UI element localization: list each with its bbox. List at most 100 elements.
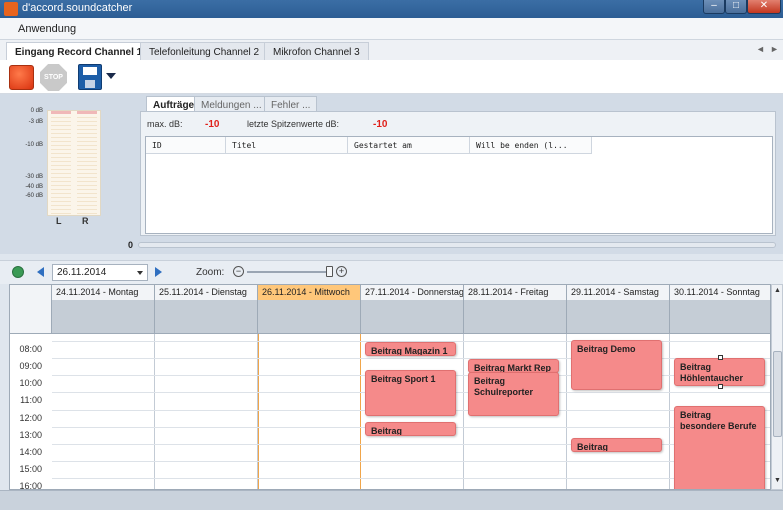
tab-scroll-left-icon[interactable]: ◄ (756, 44, 765, 54)
menu-anwendung[interactable]: Anwendung (18, 23, 76, 35)
all-day-area[interactable] (361, 300, 464, 334)
zoom-out-icon[interactable]: − (233, 266, 244, 277)
window-title: d'accord.soundcatcher (22, 2, 133, 14)
calendar-event[interactable]: Beitrag Höhlentaucher (674, 357, 765, 387)
calendar-toolbar: 26.11.2014 Zoom: − + (0, 260, 783, 284)
time-label: 08:00 (19, 343, 42, 354)
calendar-scrollbar[interactable]: ▲ ▼ (771, 284, 783, 490)
tab-channel-3[interactable]: Mikrofon Channel 3 (264, 42, 369, 60)
resize-handle[interactable] (717, 384, 723, 390)
calendar-event[interactable]: Beitrag Sport 1 (365, 370, 456, 417)
column-header-ende[interactable]: Will be enden (l... (470, 137, 592, 154)
day-header[interactable]: 29.11.2014 - Samstag (567, 285, 670, 300)
all-day-area[interactable] (567, 300, 670, 334)
title-bar: d'accord.soundcatcher – □ ✕ (0, 0, 783, 18)
calendar-event[interactable]: Beitrag Schulreporter (468, 371, 559, 417)
calendar-event[interactable]: Beitrag Markt Rep (468, 358, 559, 373)
scroll-down-icon[interactable]: ▼ (774, 477, 781, 484)
meter-bars (47, 110, 101, 216)
meter-bar-right (77, 111, 97, 215)
tab-scroll-right-icon[interactable]: ► (770, 44, 779, 54)
day-header[interactable]: 30.11.2014 - Sonntag (670, 285, 770, 300)
day-header[interactable]: 26.11.2014 - Mittwoch (258, 285, 361, 300)
column-header-gestartet[interactable]: Gestartet am (348, 137, 470, 154)
chevron-down-icon[interactable] (137, 271, 143, 275)
calendar-event[interactable]: Beitrag Gewinnspie (365, 422, 456, 436)
toolbar: STOP (0, 60, 783, 94)
time-label: 14:00 (19, 446, 42, 457)
channel-label-r: R (82, 216, 89, 226)
calendar-event[interactable]: Beitrag besondere Berufe (674, 406, 765, 489)
max-db-value: -10 (205, 119, 220, 130)
hour-line (52, 478, 770, 480)
hour-line (52, 461, 770, 463)
next-day-icon[interactable] (155, 267, 162, 277)
menu-bar: Anwendung (0, 18, 783, 40)
scroll-up-icon[interactable]: ▲ (774, 287, 781, 294)
all-day-area[interactable] (52, 300, 155, 334)
db-label: -60 dB (25, 193, 43, 199)
time-label: 13:00 (19, 429, 42, 440)
calendar-event[interactable]: Beitrag Kegelverei (571, 437, 662, 453)
status-bar (0, 490, 783, 510)
db-label: -10 dB (25, 142, 43, 148)
recording-panel: 0 dB -3 dB -10 dB -30 dB -40 dB -60 dB L… (0, 94, 783, 254)
all-day-area[interactable] (670, 300, 770, 334)
time-gutter-header (10, 285, 52, 334)
time-label: 10:00 (19, 378, 42, 389)
tab-channel-2[interactable]: Telefonleitung Channel 2 (140, 42, 269, 60)
column-header-titel[interactable]: Titel (226, 137, 348, 154)
date-picker[interactable]: 26.11.2014 (52, 264, 148, 281)
channel-label-l: L (56, 216, 62, 226)
db-label: -40 dB (25, 184, 43, 190)
stop-button[interactable]: STOP (40, 64, 67, 91)
day-header[interactable]: 24.11.2014 - Montag (52, 285, 155, 300)
channel-tabs: Eingang Record Channel 1 Telefonleitung … (0, 40, 783, 61)
peak-label: letzte Spitzenwerte dB: (247, 119, 340, 129)
resize-handle[interactable] (717, 354, 723, 360)
day-header[interactable]: 25.11.2014 - Dienstag (155, 285, 258, 300)
minimize-button[interactable]: – (703, 0, 725, 14)
zoom-label: Zoom: (196, 267, 225, 278)
day-header[interactable]: 28.11.2014 - Freitag (464, 285, 567, 300)
hour-line (52, 443, 770, 445)
zoom-slider-thumb[interactable] (326, 266, 333, 277)
calendar-event[interactable]: Beitrag Magazin 1 (365, 341, 456, 356)
hour-line (52, 357, 770, 359)
db-label: 0 dB (30, 108, 43, 114)
tab-channel-1[interactable]: Eingang Record Channel 1 (6, 42, 152, 61)
maximize-button[interactable]: □ (725, 0, 747, 14)
log-body: max. dB: -10 letzte Spitzenwerte dB: -10… (140, 111, 776, 236)
progress-label: 0 (128, 240, 134, 250)
peak-value: -10 (373, 119, 388, 130)
db-label: -3 dB (28, 119, 43, 125)
tab-meldungen[interactable]: Meldungen ... (194, 96, 269, 112)
day-header[interactable]: 27.11.2014 - Donnerstag (361, 285, 464, 300)
scrollbar-thumb[interactable] (773, 351, 782, 437)
all-day-area[interactable] (464, 300, 567, 334)
calendar-event[interactable]: Beitrag Demo (571, 340, 662, 391)
tab-fehler[interactable]: Fehler ... (264, 96, 318, 112)
time-label: 16:00 (19, 481, 42, 490)
app-icon (4, 2, 18, 16)
close-button[interactable]: ✕ (747, 0, 781, 14)
previous-day-icon[interactable] (37, 267, 44, 277)
time-label: 12:00 (19, 412, 42, 423)
progress-row: 0 (0, 236, 783, 254)
log-panel: Aufträge Meldungen ... Fehler ... max. d… (140, 94, 776, 236)
record-button[interactable] (9, 65, 34, 90)
save-button[interactable] (78, 64, 102, 90)
all-day-area[interactable] (258, 300, 361, 334)
date-value: 26.11.2014 (57, 267, 107, 278)
max-db-label: max. dB: (147, 119, 183, 129)
zoom-in-icon[interactable]: + (336, 266, 347, 277)
jobs-table[interactable]: ID Titel Gestartet am Will be enden (l..… (145, 136, 773, 234)
column-header-id[interactable]: ID (146, 137, 226, 154)
week-calendar[interactable]: 24.11.2014 - Montag 25.11.2014 - Dienstag… (9, 284, 771, 490)
chevron-down-icon[interactable] (106, 73, 116, 79)
all-day-area[interactable] (155, 300, 258, 334)
zoom-slider-track[interactable] (247, 271, 333, 273)
time-label: 11:00 (20, 395, 42, 406)
progress-bar (138, 242, 776, 248)
refresh-icon[interactable] (12, 266, 24, 278)
